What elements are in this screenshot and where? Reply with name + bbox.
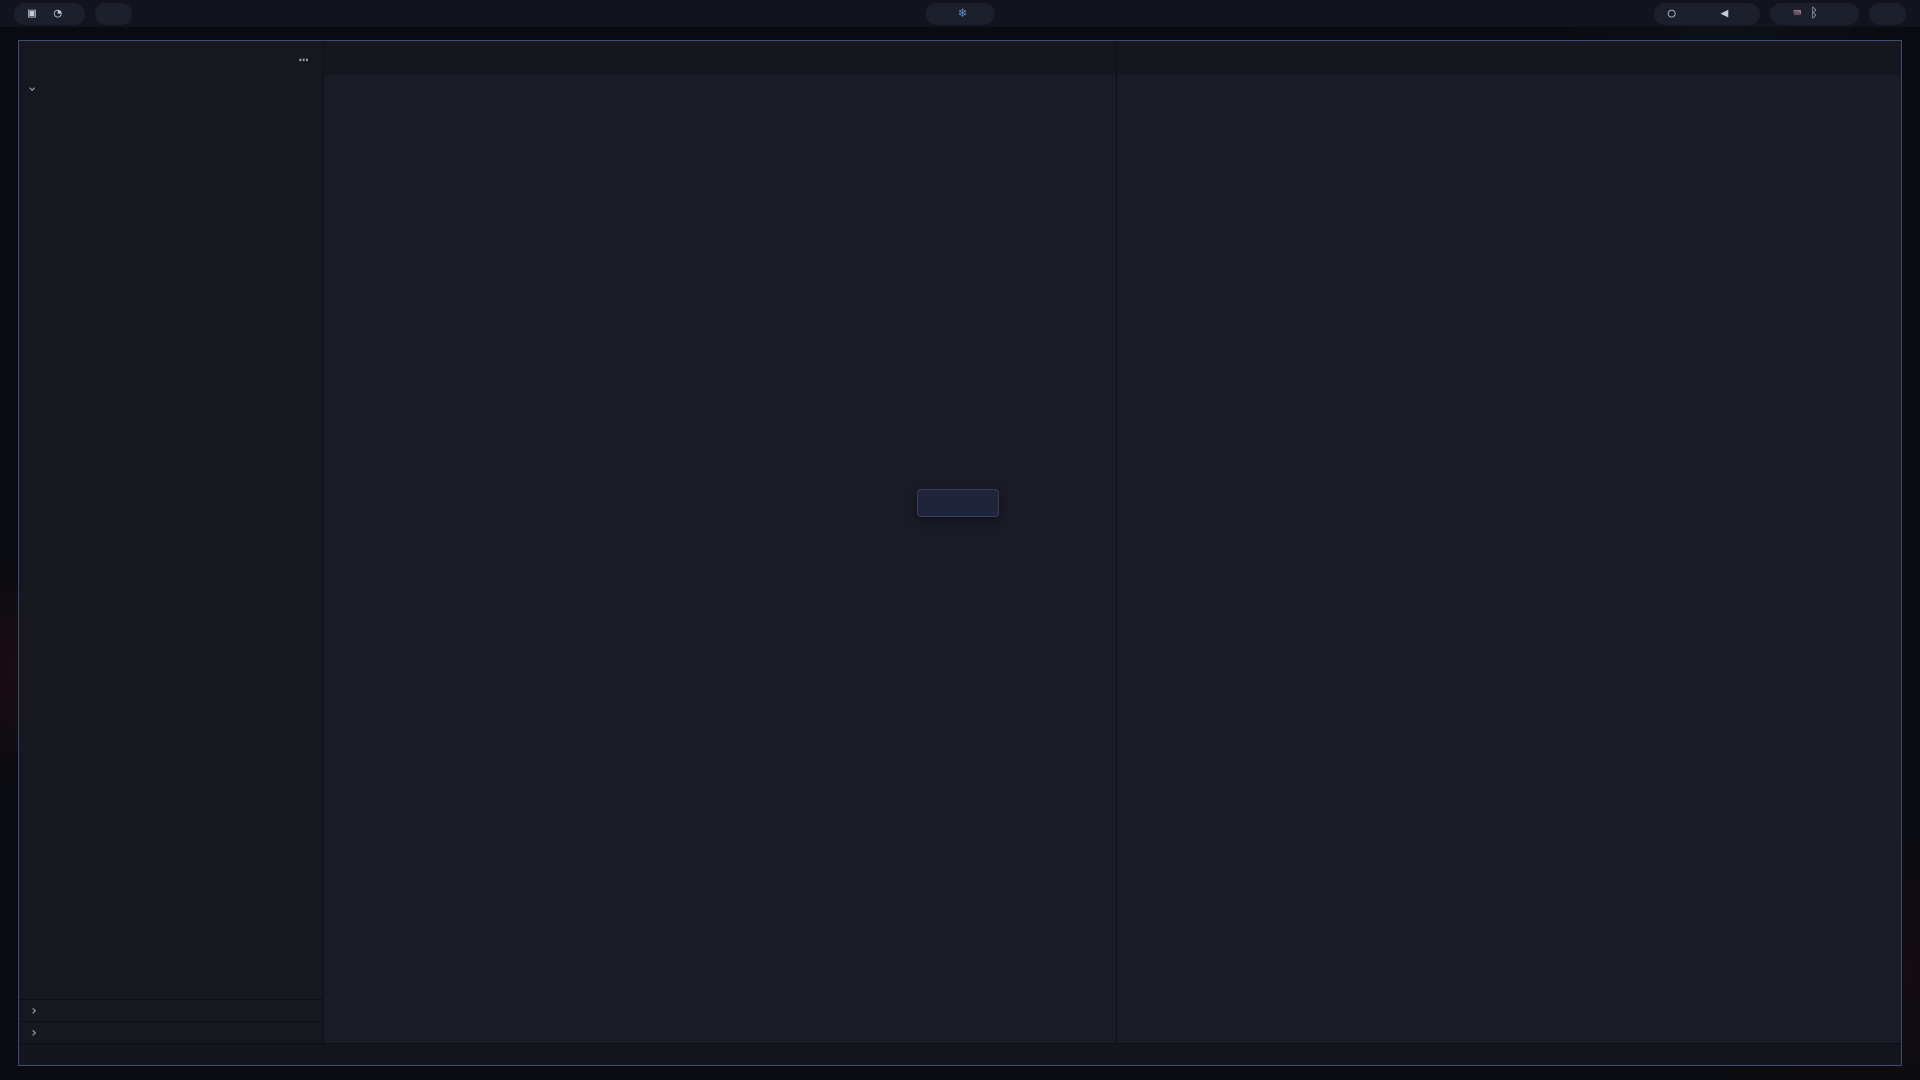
speaker-muted-icon: ◀ [1721,7,1729,20]
status-bar [19,1043,1901,1065]
minimap-right[interactable] [1827,99,1901,1043]
code-editor-flake-nix[interactable] [324,99,1042,1043]
file-tree [19,100,323,999]
cpu-icon: ▣ [28,7,36,20]
clock-pill[interactable] [95,3,132,25]
desktop-background: ▣ ◔ ❄ ○ ◀ [0,0,1920,1080]
session-pill[interactable] [1869,3,1906,25]
minimap-left[interactable] [1042,99,1116,1043]
chevron-right-icon: › [27,1025,41,1041]
bluetooth-icon: ᛒ [1810,7,1818,20]
code-editor-configuration-nix[interactable] [1117,99,1827,1043]
editor-group-left [324,41,1117,1043]
keyboard-layout-icon: ⌨ [1793,7,1801,20]
binds-popup [917,489,999,517]
breadcrumb-left[interactable] [324,75,1116,99]
workspace-root-row[interactable]: › [19,77,323,100]
editor-group-right [1117,41,1901,1043]
timeline-section[interactable]: › [19,1021,323,1043]
system-status-bar: ▣ ◔ ❄ ○ ◀ [0,0,1920,27]
explorer-sidebar: ⋯ › › › [19,41,324,1043]
brightness-icon: ○ [1668,7,1676,20]
workspace-title-pill: ❄ [926,3,995,25]
system-stats-pill[interactable]: ▣ ◔ [14,3,85,25]
explorer-more-icon[interactable]: ⋯ [299,50,309,69]
outline-section[interactable]: › [19,999,323,1021]
quick-settings-pill[interactable]: ○ ◀ [1654,3,1761,25]
breadcrumb-right[interactable] [1117,75,1901,99]
nix-icon: ❄ [959,7,967,20]
chevron-down-icon: › [24,82,40,96]
chevron-right-icon: › [27,1003,41,1019]
memory-icon: ◔ [54,7,62,20]
tab-bar-left [324,41,1116,75]
window-title: ❄ [959,7,981,20]
tab-bar-right [1117,41,1901,75]
vscode-window: ⋯ › › › [18,40,1902,1066]
system-tray-pill[interactable]: ⌨ ᛒ [1770,3,1859,25]
